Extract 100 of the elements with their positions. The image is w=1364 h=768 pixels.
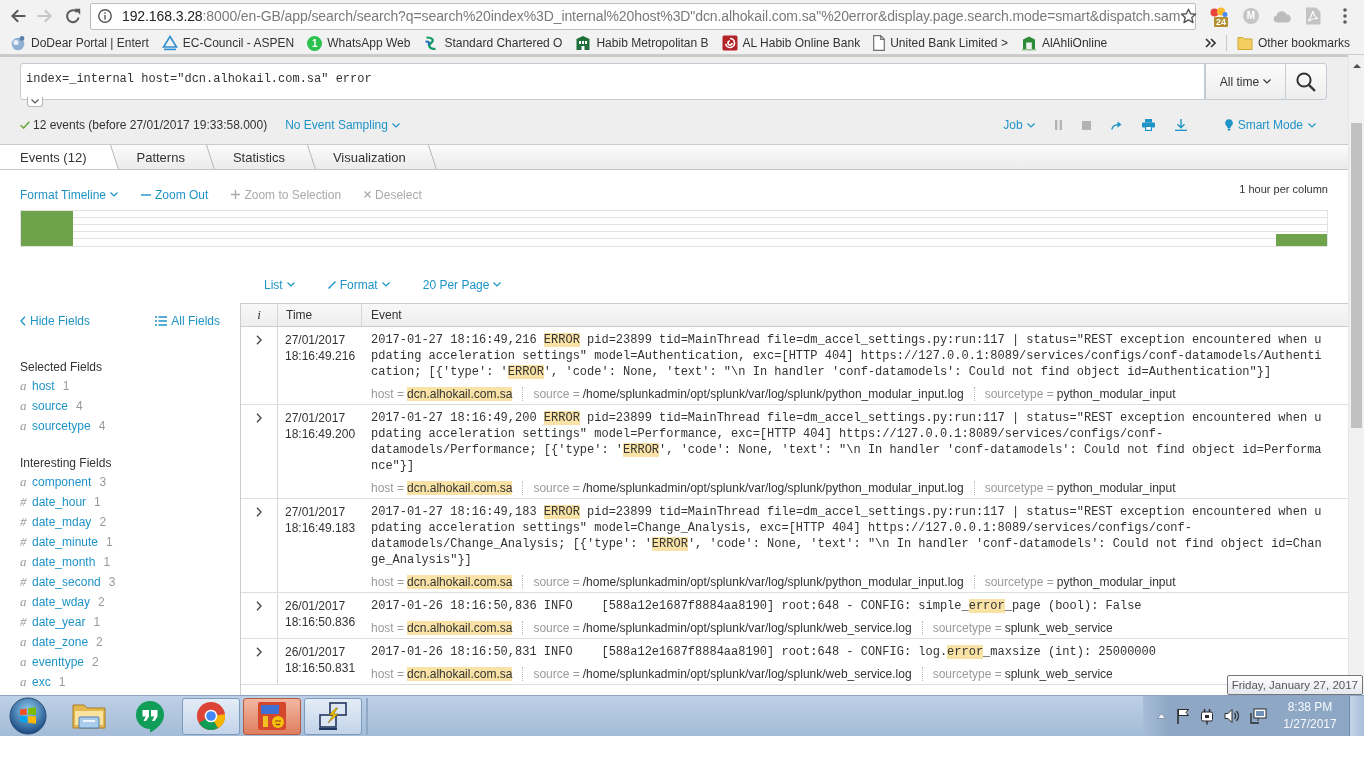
- field-label: host =: [371, 387, 405, 401]
- field-link[interactable]: a component 3: [20, 472, 220, 492]
- download-icon[interactable]: [1174, 119, 1187, 131]
- field-value[interactable]: python_modular_input: [1056, 575, 1176, 589]
- event-text: 2017-01-27 18:16:49,200 ERROR pid=23899 tid=MainThread file=dm_accel_settings.py:run:117 | status="REST exception encountered when u pdating acceleration settings" model=Performance, exc=[HTTP 404] https://127.0.0.1:8089/services/configs/conf- datamodels/Performance; [{'type': 'ERROR', 'code': None, 'text': "\n In handler 'conf-datamodels': Could not find object id=Performa nce"}]: [371, 410, 1322, 474]
- field-value[interactable]: dcn.alhokail.com.sa: [407, 667, 513, 681]
- flag-icon[interactable]: [1176, 708, 1190, 724]
- bookmark[interactable]: AL Habib Online Bank: [721, 35, 861, 51]
- field-value[interactable]: python_modular_input: [1056, 481, 1176, 495]
- field-link[interactable]: # date_year 1: [20, 612, 220, 632]
- column-header: Time: [286, 307, 313, 323]
- bookmark-star-icon[interactable]: [1180, 8, 1198, 24]
- field-link[interactable]: # date_mday 2: [20, 512, 220, 532]
- field-label: source =: [533, 387, 580, 401]
- field-value[interactable]: dcn.alhokail.com.sa: [407, 575, 513, 589]
- field-value[interactable]: /home/splunkadmin/opt/splunk/var/log/splunk/python_modular_input.log: [582, 387, 964, 401]
- address-bar[interactable]: 192.168.3.28:8000/en-GB/app/search/search?q=search%20index%3D_internal%20host%3D"dcn.alhokail.com.sa"%20error&display.page.search.mode=smart&dispatch.sam: [90, 2, 1196, 30]
- event-time: 27/01/2017 18:16:49.200: [285, 410, 357, 442]
- bookmark[interactable]: EC-Council - ASPEN: [161, 35, 295, 51]
- field-value[interactable]: python_modular_input: [1056, 387, 1176, 401]
- field-label: host =: [371, 575, 405, 589]
- list-icon: [155, 316, 168, 326]
- info-icon[interactable]: [98, 9, 112, 23]
- network-icon[interactable]: [1250, 708, 1267, 724]
- share-icon[interactable]: [1110, 120, 1122, 130]
- timeline-histogram[interactable]: [20, 210, 1328, 247]
- column-header: Event: [371, 308, 402, 322]
- field-link[interactable]: a date_zone 2: [20, 632, 220, 652]
- back-icon[interactable]: [10, 9, 26, 23]
- expand-icon[interactable]: [256, 335, 262, 345]
- event-time: 27/01/2017 18:16:49.183: [285, 504, 357, 536]
- field-link[interactable]: a sourcetype 4: [20, 416, 220, 436]
- field-label: source =: [533, 621, 580, 635]
- field-value[interactable]: dcn.alhokail.com.sa: [407, 621, 513, 635]
- menu-icon[interactable]: [1343, 8, 1347, 24]
- field-value[interactable]: dcn.alhokail.com.sa: [407, 387, 513, 401]
- bookmark[interactable]: 1 WhatsApp Web: [307, 35, 411, 51]
- field-value[interactable]: /home/splunkadmin/opt/splunk/var/log/splunk/python_modular_input.log: [582, 481, 964, 495]
- print-icon[interactable]: [1141, 119, 1155, 131]
- chevron-left-icon: [20, 316, 26, 326]
- format-timeline-menu[interactable]: Format Timeline: [20, 187, 119, 202]
- expand-icon[interactable]: [256, 413, 262, 423]
- minus-icon: [141, 193, 152, 196]
- field-label: sourcetype =: [984, 481, 1054, 495]
- caret-up-icon[interactable]: [1157, 713, 1166, 719]
- double-chevron-icon[interactable]: [1204, 38, 1216, 48]
- house-icon: [1020, 35, 1037, 51]
- plug-icon[interactable]: [1200, 707, 1214, 725]
- expand-icon[interactable]: [256, 647, 262, 657]
- field-link[interactable]: a eventtype 2: [20, 652, 220, 672]
- hide-fields-link[interactable]: Hide Fields: [20, 314, 91, 328]
- taskbar-button[interactable]: [182, 697, 240, 735]
- folder-icon[interactable]: [71, 701, 107, 731]
- bookmark[interactable]: DoDear Portal | Entert: [10, 35, 149, 51]
- field-value[interactable]: splunk_web_service: [1004, 621, 1113, 635]
- network-computers-icon[interactable]: [317, 701, 349, 731]
- field-value[interactable]: /home/splunkadmin/opt/splunk/var/log/splunk/python_modular_input.log: [582, 575, 964, 589]
- start-orb-icon[interactable]: [9, 697, 47, 735]
- time-range-picker[interactable]: All time: [1205, 63, 1285, 100]
- field-value[interactable]: /home/splunkadmin/opt/splunk/var/log/splunk/web_service.log: [582, 667, 912, 681]
- field-link[interactable]: # date_hour 1: [20, 492, 220, 512]
- expand-search-toggle[interactable]: [27, 97, 43, 107]
- field-link[interactable]: a date_wday 2: [20, 592, 220, 612]
- taskbar-button[interactable]: [243, 697, 301, 735]
- bookmark[interactable]: Habib Metropolitan B: [575, 35, 709, 51]
- dots-icon[interactable]: [1210, 7, 1228, 17]
- field-link[interactable]: # date_minute 1: [20, 532, 220, 552]
- close-icon: [364, 191, 372, 198]
- field-link[interactable]: a exc 1: [20, 672, 220, 692]
- field-value[interactable]: /home/splunkadmin/opt/splunk/var/log/splunk/web_service.log: [582, 621, 912, 635]
- bookmark[interactable]: United Bank Limited >: [873, 35, 1008, 51]
- taskbar-button[interactable]: [304, 697, 362, 735]
- plus-icon: [231, 190, 241, 199]
- timeline-scale: 1 hour per column: [1239, 183, 1328, 195]
- all-fields-link[interactable]: All Fields: [155, 314, 220, 328]
- search-field[interactable]: index=_internal host="dcn.alhokail.com.sa" error: [20, 63, 1205, 100]
- format-menu[interactable]: Format: [327, 277, 390, 292]
- swirl-tile-icon: [721, 35, 738, 51]
- field-value[interactable]: splunk_web_service: [1004, 667, 1113, 681]
- speaker-icon[interactable]: [1224, 708, 1240, 724]
- page-size-menu[interactable]: 20 Per Page: [422, 277, 502, 292]
- quote-bubble-icon[interactable]: [135, 699, 165, 733]
- expand-icon[interactable]: [256, 507, 262, 517]
- zoom-out-button[interactable]: Zoom Out: [141, 187, 209, 202]
- bookmark[interactable]: Standard Chartered O: [423, 35, 563, 51]
- event-count: 12 events (before 27/01/2017 19:33:58.000): [33, 118, 268, 132]
- sphere-icon: [10, 35, 26, 51]
- expand-icon[interactable]: [256, 601, 262, 611]
- bookmark-folder[interactable]: Other bookmarks: [1236, 35, 1350, 51]
- browser-icon[interactable]: [196, 701, 226, 731]
- reload-icon[interactable]: [65, 8, 81, 24]
- caret-icon: [1308, 122, 1316, 128]
- field-link[interactable]: a date_month 1: [20, 552, 220, 572]
- search-button[interactable]: [1285, 63, 1327, 100]
- field-value[interactable]: dcn.alhokail.com.sa: [407, 481, 513, 495]
- app-tile-icon[interactable]: [257, 701, 287, 731]
- field-link[interactable]: a host 1: [20, 376, 220, 396]
- bookmark[interactable]: AlAhliOnline: [1020, 35, 1108, 51]
- field-link[interactable]: # date_second 3: [20, 572, 220, 592]
- field-link[interactable]: a source 4: [20, 396, 220, 416]
